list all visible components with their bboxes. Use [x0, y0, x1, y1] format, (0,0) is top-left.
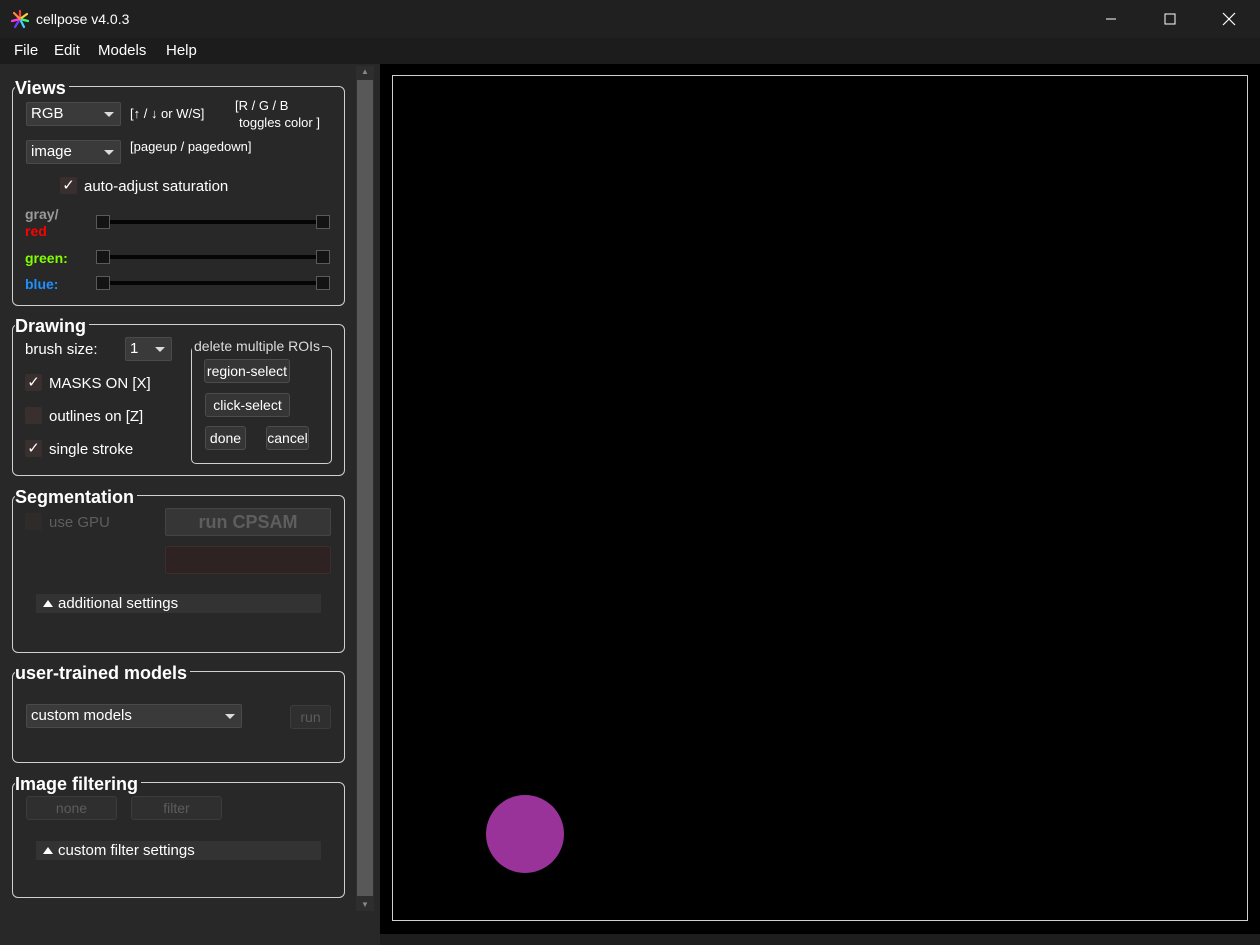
segmentation-title: Segmentation — [15, 487, 138, 507]
image-viewer[interactable] — [380, 64, 1260, 934]
image-filtering-title: Image filtering — [15, 774, 142, 794]
done-button[interactable]: done — [205, 426, 246, 450]
mask-layer — [486, 795, 564, 873]
triangle-up-icon — [43, 847, 53, 854]
maximize-button[interactable] — [1141, 0, 1199, 38]
slider-min-handle[interactable] — [96, 215, 110, 229]
custom-models-dropdown[interactable]: custom models — [26, 704, 242, 728]
chevron-down-icon — [104, 112, 114, 117]
minimize-button[interactable] — [1082, 0, 1140, 38]
panel-scrollbar[interactable]: ▲ ▼ — [356, 66, 374, 911]
green-slider[interactable] — [96, 249, 330, 265]
checkmark-icon: ✓ — [62, 177, 75, 194]
single-stroke-checkbox[interactable]: ✓ — [25, 440, 42, 457]
blue-label: blue: — [25, 276, 59, 292]
click-select-button[interactable]: click-select — [205, 393, 290, 417]
cellpose-logo-icon — [10, 9, 30, 29]
brush-size-value: 1 — [130, 340, 139, 357]
slider-max-handle[interactable] — [316, 276, 330, 290]
image-canvas[interactable] — [392, 75, 1248, 921]
cancel-button[interactable]: cancel — [266, 426, 309, 450]
masks-checkbox[interactable]: ✓ — [25, 374, 42, 391]
custom-filter-settings-label: custom filter settings — [58, 842, 195, 859]
triangle-up-icon — [43, 600, 53, 607]
custom-filter-settings-toggle[interactable]: custom filter settings — [36, 841, 321, 860]
brush-size-dropdown[interactable]: 1 — [125, 337, 172, 361]
title-bar: cellpose v4.0.3 — [0, 0, 1260, 38]
menu-help[interactable]: Help — [166, 42, 197, 59]
view-mode-value: image — [31, 143, 72, 160]
slider-max-handle[interactable] — [316, 215, 330, 229]
menu-models[interactable]: Models — [98, 42, 146, 59]
masks-label: MASKS ON [X] — [49, 375, 151, 392]
auto-adjust-label: auto-adjust saturation — [84, 178, 229, 195]
toggle-hint-line1: [R / G / B — [235, 98, 289, 113]
user-models-title: user-trained models — [15, 663, 191, 683]
cell-mask[interactable] — [486, 795, 564, 873]
use-gpu-label: use GPU — [49, 514, 110, 531]
chevron-down-icon — [155, 347, 165, 352]
maximize-icon — [1164, 13, 1176, 25]
page-hint: [pageup / pagedown] — [130, 139, 252, 154]
menu-edit[interactable]: Edit — [54, 42, 80, 59]
menu-bar: File Edit Models Help — [0, 38, 1260, 64]
progress-bar — [165, 546, 331, 574]
slider-max-handle[interactable] — [316, 250, 330, 264]
checkmark-icon: ✓ — [27, 440, 40, 457]
single-stroke-label: single stroke — [49, 441, 134, 458]
brush-size-label: brush size: — [25, 341, 98, 358]
filter-button[interactable]: filter — [131, 796, 222, 820]
filter-none-button[interactable]: none — [26, 796, 117, 820]
delete-rois-title: delete multiple ROIs — [192, 338, 323, 354]
menu-file[interactable]: File — [14, 42, 38, 59]
close-icon — [1222, 12, 1236, 26]
scroll-down-icon[interactable]: ▼ — [356, 899, 374, 911]
checkmark-icon: ✓ — [27, 374, 40, 391]
footer-strip — [380, 934, 1260, 945]
color-hint: [↑ / ↓ or W/S] — [130, 106, 205, 121]
gray-label: gray/ — [25, 206, 59, 222]
scroll-up-icon[interactable]: ▲ — [356, 66, 374, 78]
red-slider[interactable] — [96, 214, 330, 230]
drawing-title: Drawing — [15, 316, 90, 336]
green-label: green: — [25, 250, 68, 266]
window-title: cellpose v4.0.3 — [36, 11, 130, 27]
scroll-thumb[interactable] — [357, 80, 373, 896]
toggle-hint-line2: toggles color ] — [239, 115, 320, 130]
slider-track — [100, 281, 326, 285]
slider-track — [100, 255, 326, 259]
auto-adjust-checkbox[interactable]: ✓ — [60, 177, 77, 194]
run-custom-model-button[interactable]: run — [290, 705, 331, 729]
run-cpsam-button[interactable]: run CPSAM — [165, 508, 331, 536]
close-button[interactable] — [1200, 0, 1258, 38]
views-title: Views — [15, 78, 69, 98]
slider-min-handle[interactable] — [96, 250, 110, 264]
additional-settings-label: additional settings — [58, 595, 179, 612]
use-gpu-checkbox[interactable] — [25, 513, 42, 530]
chevron-down-icon — [104, 150, 114, 155]
red-label: red — [25, 223, 47, 239]
color-mode-dropdown[interactable]: RGB — [26, 102, 121, 126]
outlines-label: outlines on [Z] — [49, 408, 144, 425]
view-mode-dropdown[interactable]: image — [26, 140, 121, 164]
region-select-button[interactable]: region-select — [204, 359, 290, 383]
chevron-down-icon — [225, 714, 235, 719]
custom-models-value: custom models — [31, 707, 132, 724]
minimize-icon — [1106, 18, 1116, 20]
slider-track — [100, 220, 326, 224]
color-mode-value: RGB — [31, 105, 64, 122]
blue-slider[interactable] — [96, 275, 330, 291]
outlines-checkbox[interactable] — [25, 407, 42, 424]
slider-min-handle[interactable] — [96, 276, 110, 290]
additional-settings-toggle[interactable]: additional settings — [36, 594, 321, 613]
